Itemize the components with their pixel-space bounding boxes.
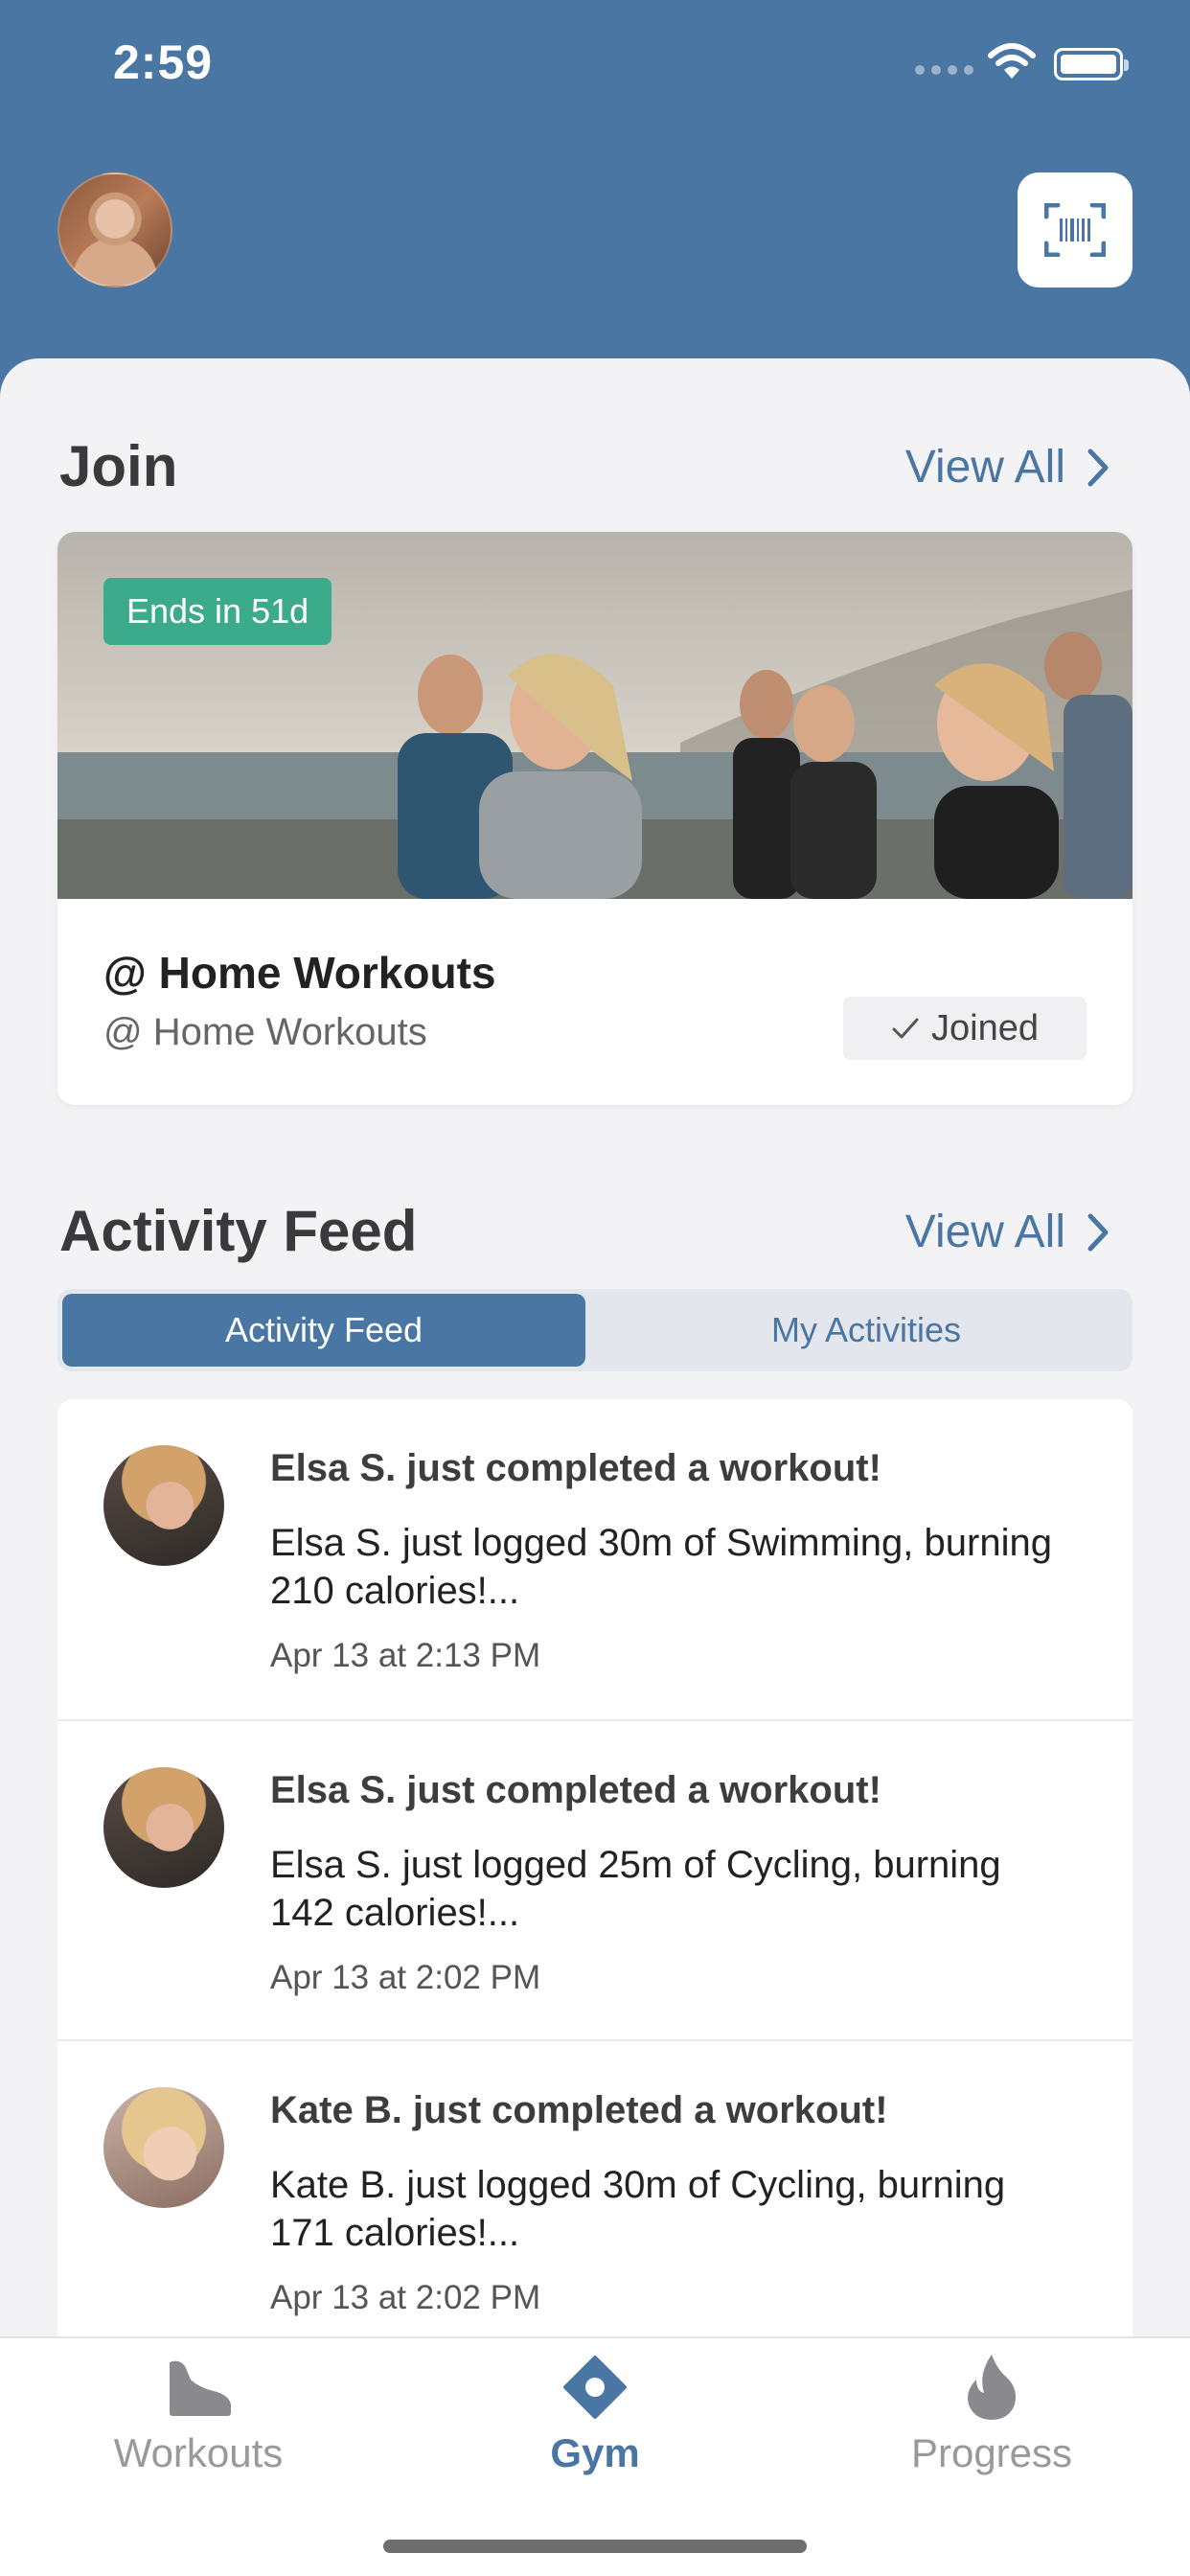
screen: 2:59 Join View All Ends in 51d @ Home Wo… — [0, 0, 1190, 2576]
shoe-icon — [170, 2360, 231, 2416]
feed-item-text: Elsa S. just logged 30m of Swimming, bur… — [270, 1522, 1052, 1612]
challenge-image: Ends in 51d — [57, 532, 1133, 899]
tab-label: Workouts — [113, 2430, 284, 2475]
tab-label: Gym — [550, 2430, 640, 2475]
avatar — [103, 1445, 224, 1566]
challenge-subtitle: @ Home Workouts — [103, 1011, 427, 1053]
joined-status-button[interactable]: Joined — [843, 997, 1087, 1060]
avatar — [103, 2087, 224, 2208]
tab-progress[interactable]: Progress — [793, 2338, 1190, 2492]
cellular-signal-icon — [915, 65, 973, 75]
feed-item[interactable]: Elsa S. just completed a workout! Elsa S… — [57, 1399, 1133, 1719]
checkmark-icon — [892, 1018, 919, 1039]
feed-item[interactable]: Elsa S. just completed a workout! Elsa S… — [57, 1719, 1133, 2039]
activity-feed-list: Elsa S. just completed a workout! Elsa S… — [57, 1399, 1133, 2338]
activity-view-all-link[interactable]: View All — [905, 1206, 1111, 1258]
status-time: 2:59 — [113, 35, 214, 89]
feed-item-text: Elsa S. just logged 25m of Cycling, burn… — [270, 1844, 1001, 1934]
chevron-right-icon — [1087, 448, 1109, 486]
join-view-all-link[interactable]: View All — [905, 441, 1111, 494]
feed-item-time: Apr 13 at 2:13 PM — [270, 1637, 541, 1674]
header: 2:59 — [0, 0, 1190, 402]
challenge-card[interactable]: Ends in 51d @ Home Workouts @ Home Worko… — [57, 532, 1133, 1105]
tab-my-activities[interactable]: My Activities — [605, 1294, 1128, 1367]
tab-gym[interactable]: Gym — [397, 2338, 793, 2492]
feed-item[interactable]: Kate B. just completed a workout! Kate B… — [57, 2039, 1133, 2338]
profile-avatar[interactable] — [57, 172, 172, 288]
tab-label: Progress — [910, 2430, 1073, 2475]
feed-item-title: Elsa S. just completed a workout! — [270, 1769, 881, 1811]
join-section-title: Join — [59, 434, 178, 498]
feed-item-title: Elsa S. just completed a workout! — [270, 1447, 881, 1489]
feed-item-title: Kate B. just completed a workout! — [270, 2089, 888, 2131]
view-all-label: View All — [904, 442, 1065, 493]
feed-item-time: Apr 13 at 2:02 PM — [270, 1959, 541, 1996]
gym-location-icon — [563, 2356, 627, 2419]
tab-activity-feed[interactable]: Activity Feed — [62, 1294, 585, 1367]
activity-section-title: Activity Feed — [59, 1199, 418, 1263]
barcode-scan-icon — [1044, 203, 1106, 257]
joined-label: Joined — [931, 1007, 1039, 1048]
battery-icon — [1054, 48, 1129, 80]
home-indicator — [383, 2540, 807, 2553]
chevron-right-icon — [1087, 1213, 1109, 1251]
feed-item-time: Apr 13 at 2:02 PM — [270, 2279, 541, 2316]
ends-in-badge: Ends in 51d — [103, 578, 332, 645]
flame-icon — [968, 2355, 1016, 2420]
feed-segmented-control: Activity Feed My Activities — [57, 1289, 1133, 1371]
view-all-label: View All — [904, 1207, 1065, 1257]
challenge-title: @ Home Workouts — [103, 948, 496, 998]
feed-item-text: Kate B. just logged 30m of Cycling, burn… — [270, 2164, 1006, 2254]
scan-barcode-button[interactable] — [1018, 172, 1133, 288]
wifi-icon — [988, 43, 1036, 79]
avatar — [103, 1767, 224, 1888]
tab-workouts[interactable]: Workouts — [0, 2338, 397, 2492]
